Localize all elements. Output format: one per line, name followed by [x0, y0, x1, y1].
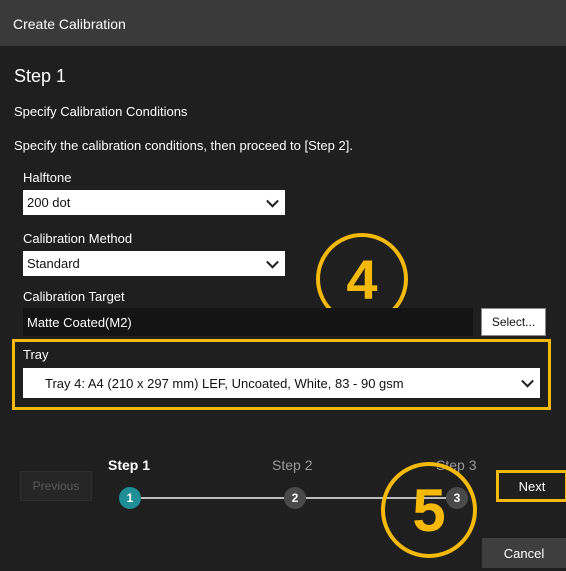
- select-target-button[interactable]: Select...: [481, 308, 546, 336]
- step-subheading: Specify Calibration Conditions: [14, 104, 188, 119]
- annotation-five: 5: [381, 462, 477, 558]
- step-1-label: Step 1: [108, 457, 151, 473]
- calibration-method-select[interactable]: Standard: [23, 251, 285, 276]
- tray-select[interactable]: Tray 4: A4 (210 x 297 mm) LEF, Uncoated,…: [23, 368, 540, 398]
- dialog-title: Create Calibration: [13, 16, 126, 32]
- calibration-target-field: Matte Coated(M2): [23, 308, 473, 336]
- tray-value: Tray 4: A4 (210 x 297 mm) LEF, Uncoated,…: [45, 375, 404, 391]
- step-2-label: Step 2: [272, 457, 313, 473]
- step-1-dot: 1: [119, 487, 141, 509]
- halftone-value: 200 dot: [27, 195, 71, 210]
- cancel-button[interactable]: Cancel: [482, 538, 566, 568]
- progress-track: [138, 497, 286, 499]
- previous-button[interactable]: Previous: [20, 471, 92, 501]
- step-heading: Step 1: [14, 66, 67, 86]
- tray-label: Tray: [23, 347, 49, 362]
- calibration-method-value: Standard: [27, 256, 80, 271]
- chevron-down-icon: [521, 374, 534, 388]
- chevron-down-icon: [266, 194, 279, 208]
- instruction-text: Specify the calibration conditions, then…: [14, 138, 353, 153]
- calibration-method-label: Calibration Method: [23, 231, 133, 246]
- next-button[interactable]: Next: [496, 470, 566, 502]
- calibration-target-value: Matte Coated(M2): [27, 314, 132, 330]
- calibration-target-label: Calibration Target: [23, 289, 125, 304]
- halftone-select[interactable]: 200 dot: [23, 190, 285, 215]
- chevron-down-icon: [266, 255, 279, 269]
- halftone-label: Halftone: [23, 170, 72, 185]
- step-2-dot: 2: [284, 487, 306, 509]
